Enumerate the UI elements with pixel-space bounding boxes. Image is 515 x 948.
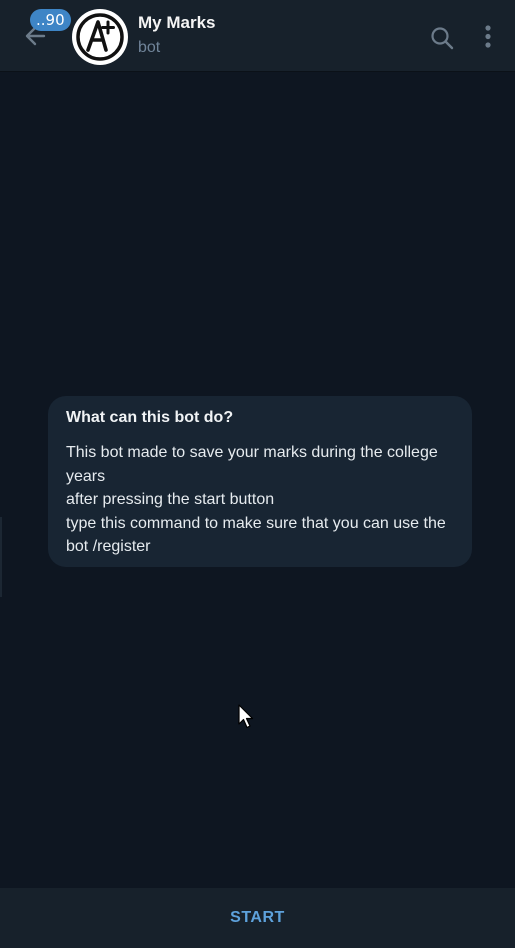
bot-description-title: What can this bot do? <box>66 409 234 426</box>
chat-header: ..90 My Marks bot <box>0 0 515 72</box>
mouse-pointer-icon <box>238 704 254 729</box>
start-button-label: START <box>230 909 285 926</box>
bot-description-card: What can this bot do? This bot made to s… <box>48 396 472 567</box>
a-plus-logo-icon <box>73 10 127 64</box>
chat-title[interactable]: My Marks <box>138 13 215 33</box>
search-icon <box>431 27 454 50</box>
more-options-button[interactable] <box>478 22 498 52</box>
start-button[interactable]: START <box>0 888 515 948</box>
telegram-chat-window: ..90 My Marks bot What can this bot do? … <box>0 0 515 948</box>
window-resize-edge <box>0 517 2 597</box>
search-button[interactable] <box>428 24 456 52</box>
bot-avatar[interactable] <box>72 9 128 65</box>
more-vertical-icon <box>485 25 491 48</box>
bot-description-text: This bot made to save your marks during … <box>66 444 446 555</box>
unread-count-badge: ..90 <box>30 9 71 31</box>
chat-subtitle: bot <box>138 39 161 56</box>
